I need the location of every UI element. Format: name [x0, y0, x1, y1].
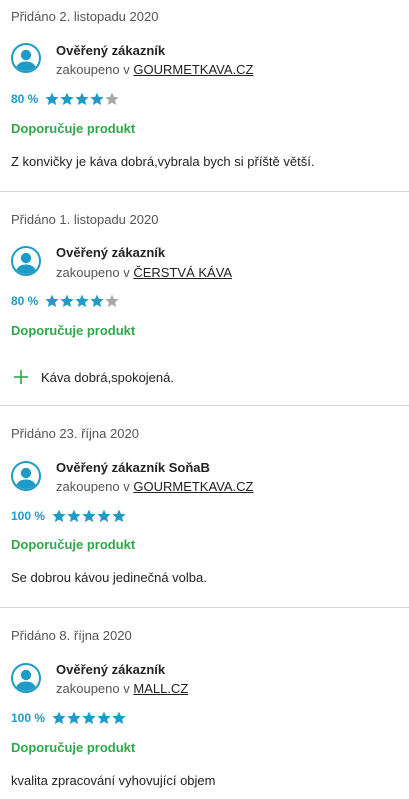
review-author: Ověřený zákazník SoňaB: [56, 460, 210, 475]
rating: 80 %: [11, 91, 119, 107]
rating: 100 %: [11, 710, 126, 726]
rating: 80 %: [11, 293, 119, 309]
review-date: Přidáno 23. října 2020: [11, 426, 139, 441]
star-filled-icon: [60, 294, 74, 307]
star-rating: [45, 92, 119, 106]
shop-link[interactable]: MALL.CZ: [133, 681, 188, 696]
review-date: Přidáno 1. listopadu 2020: [11, 212, 159, 227]
star-rating: [52, 711, 126, 725]
recommend-label: Doporučuje produkt: [11, 740, 136, 755]
star-filled-icon: [45, 294, 59, 307]
purchased-at: zakoupeno v GOURMETKAVA.CZ: [56, 62, 254, 78]
star-filled-icon: [97, 711, 111, 724]
reviews-list: Přidáno 2. listopadu 2020 Ověřený zákazn…: [0, 0, 409, 799]
shop-link[interactable]: GOURMETKAVA.CZ: [133, 62, 253, 77]
purchased-prefix: zakoupeno v: [56, 62, 130, 77]
recommend-label: Doporučuje produkt: [11, 121, 136, 136]
review-text: kvalita zpracování vyhovující objem: [11, 773, 216, 788]
star-filled-icon: [75, 294, 89, 307]
shop-link[interactable]: GOURMETKAVA.CZ: [133, 479, 253, 494]
purchased-at: zakoupeno v MALL.CZ: [56, 681, 188, 697]
review-author: Ověřený zákazník: [56, 43, 166, 58]
rating-percent: 80 %: [11, 92, 39, 106]
star-filled-icon: [90, 294, 104, 307]
rating: 100 %: [11, 508, 126, 524]
star-filled-icon: [67, 509, 81, 522]
star-filled-icon: [112, 711, 126, 724]
purchased-prefix: zakoupeno v: [56, 479, 130, 494]
user-avatar-icon: [11, 246, 41, 276]
star-empty-icon: [105, 92, 119, 105]
star-filled-icon: [60, 92, 74, 105]
user-avatar-icon: [11, 663, 41, 693]
review-pro: Káva dobrá,spokojená.: [14, 369, 174, 385]
star-rating: [52, 509, 126, 523]
star-filled-icon: [112, 509, 126, 522]
star-filled-icon: [67, 711, 81, 724]
divider: [0, 607, 409, 608]
star-filled-icon: [45, 92, 59, 105]
recommend-label: Doporučuje produkt: [11, 323, 136, 338]
divider: [0, 405, 409, 406]
review-date: Přidáno 2. listopadu 2020: [11, 9, 159, 24]
star-rating: [45, 294, 119, 308]
star-filled-icon: [82, 711, 96, 724]
review-author: Ověřený zákazník: [56, 245, 166, 260]
star-filled-icon: [82, 509, 96, 522]
user-avatar-icon: [11, 43, 41, 73]
star-filled-icon: [52, 711, 66, 724]
purchased-at: zakoupeno v GOURMETKAVA.CZ: [56, 479, 254, 495]
review-text: Se dobrou kávou jedinečná volba.: [11, 570, 207, 585]
recommend-label: Doporučuje produkt: [11, 537, 136, 552]
star-filled-icon: [97, 509, 111, 522]
divider: [0, 191, 409, 192]
star-filled-icon: [52, 509, 66, 522]
star-empty-icon: [105, 294, 119, 307]
plus-icon: [14, 370, 28, 384]
star-filled-icon: [75, 92, 89, 105]
shop-link[interactable]: ČERSTVÁ KÁVA: [133, 265, 232, 280]
review-text: Z konvičky je káva dobrá,vybrala bych si…: [11, 154, 315, 169]
user-avatar-icon: [11, 461, 41, 491]
rating-percent: 80 %: [11, 294, 39, 308]
review-author: Ověřený zákazník: [56, 662, 166, 677]
star-filled-icon: [90, 92, 104, 105]
review-pro-text: Káva dobrá,spokojená.: [41, 369, 174, 385]
purchased-prefix: zakoupeno v: [56, 681, 130, 696]
rating-percent: 100 %: [11, 711, 46, 725]
purchased-at: zakoupeno v ČERSTVÁ KÁVA: [56, 265, 232, 281]
rating-percent: 100 %: [11, 509, 46, 523]
purchased-prefix: zakoupeno v: [56, 265, 130, 280]
review-date: Přidáno 8. října 2020: [11, 628, 132, 643]
